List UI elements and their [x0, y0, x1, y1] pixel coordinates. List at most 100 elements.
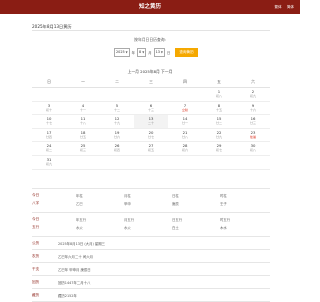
weekday-label: 六 [251, 79, 255, 84]
calendar-day[interactable]: 25 初三 [66, 142, 100, 155]
calendar-day[interactable]: 27 初五 [134, 142, 168, 155]
divider [32, 188, 270, 189]
calendar-day[interactable]: 24 初二 [32, 142, 66, 155]
calendar-day[interactable]: 18 廿五 [66, 129, 100, 142]
calendar-day [168, 156, 202, 169]
lunar-label: 初五 [147, 148, 154, 153]
row-value: 年柱 [76, 193, 83, 198]
calendar-day[interactable]: 28 初六 [168, 142, 202, 155]
lunar-label: 初六 [181, 148, 188, 153]
calendar-day[interactable]: 20 廿七 [134, 129, 168, 142]
info-key: 公历 [32, 241, 40, 245]
lunar-label: 十八 [79, 121, 86, 126]
calendar-day [236, 156, 270, 169]
pillars-header-row: 今日 年柱 月柱 日柱 时柱 [32, 191, 270, 199]
info-key: 回历 [32, 280, 40, 284]
weekday-label: 四 [183, 79, 187, 84]
lunar-label: 二十 [147, 121, 154, 126]
calendar-day[interactable]: 17 廿四 [32, 129, 66, 142]
calendar-day[interactable]: 22 廿九 [202, 129, 236, 142]
calendar-nav[interactable]: 上一月 2025年8月 下一月 [0, 69, 300, 75]
weekday-label: 五 [217, 79, 221, 84]
info-value: 乙巳年六月二十 闰六月 [58, 255, 93, 259]
info-key: 农历 [32, 254, 40, 258]
calendar-day[interactable]: 5 十二 [100, 102, 134, 115]
lunar-label: 廿二 [215, 121, 222, 126]
calendar-day[interactable]: 23 处暑 [236, 129, 270, 142]
info-value: 藏历2152年 [58, 294, 77, 298]
calendar-day[interactable]: 15 廿二 [202, 115, 236, 128]
lunar-label: 初九 [249, 94, 256, 98]
info-row: 农历 乙巳年六月二十 闰六月 [32, 251, 270, 263]
row-value: 日柱 [172, 193, 179, 198]
query-button[interactable]: 查询黄历 [175, 47, 198, 57]
lunar-label: 十五 [215, 107, 222, 112]
day-select[interactable]: 13 ▼ [153, 47, 165, 57]
calendar-day [100, 88, 134, 101]
calendar-day[interactable]: 12 十九 [100, 115, 134, 128]
lunar-label: 廿六 [113, 134, 120, 139]
chevron-down-icon: ▼ [142, 50, 145, 54]
lunar-label: 初八 [215, 94, 222, 98]
calendar-day[interactable]: 8 十五 [202, 102, 236, 115]
calendar-day[interactable]: 14 廿一 [168, 115, 202, 128]
link-simplified[interactable]: 简体 [287, 5, 294, 9]
header-links: 繁体 简体 [270, 0, 294, 14]
calendar-day[interactable]: 11 十八 [66, 115, 100, 128]
calendar-weeks: 1 初八 2 初九 3 初十 4 十一 5 十二 6 十三 7 立秋 8 十五 9 十六 10 十七 11 十八 12 十九 1… [32, 88, 270, 170]
row-value: 庚辰 [172, 201, 179, 206]
divider [32, 236, 270, 237]
calendar-day[interactable]: 31 初九 [32, 156, 66, 169]
calendar-day[interactable]: 21 廿八 [168, 129, 202, 142]
calendar-week-row: 17 廿四 18 廿五 19 廿六 20 廿七 21 廿八 22 廿九 23 处暑 [32, 129, 270, 143]
year-select[interactable]: 2025 ▼ [114, 47, 130, 57]
month-calendar: 日一二三四五六 1 初八 2 初九 3 初十 4 十一 5 十二 6 十三 7 立秋 8 十五 9 十六 10 十七 1… [32, 77, 270, 170]
lunar-label: 初二 [45, 148, 52, 153]
calendar-day[interactable]: 30 初八 [236, 142, 270, 155]
calendar-day[interactable]: 7 立秋 [168, 102, 202, 115]
lunar-label: 初八 [249, 148, 256, 153]
query-label: 按年月日日历查询: [134, 37, 166, 42]
lunar-label: 廿四 [45, 134, 52, 139]
month-value: 8 [139, 50, 142, 54]
weekday-label: 三 [149, 79, 153, 84]
month-select[interactable]: 8 ▼ [137, 47, 147, 57]
calendar-day[interactable]: 29 初七 [202, 142, 236, 155]
calendar-day[interactable]: 26 初四 [100, 142, 134, 155]
calendar-day[interactable]: 6 十三 [134, 102, 168, 115]
link-traditional[interactable]: 繁体 [274, 5, 281, 9]
row-value: 白土 [172, 225, 179, 230]
info-value: 乙巳年 甲申月 庚辰日 [58, 268, 91, 272]
calendar-week-row: 24 初二 25 初三 26 初四 27 初五 28 初六 29 初七 30 初八 [32, 142, 270, 156]
row-label: 今日 [32, 192, 40, 197]
lunar-label: 十九 [113, 121, 120, 126]
calendar-day[interactable]: 13 二十 [134, 115, 168, 128]
lunar-label: 十七 [45, 121, 52, 126]
pillars-value-row: 八字 乙巳 甲申 庚辰 壬子 [32, 199, 270, 207]
calendar-day[interactable]: 19 廿六 [100, 129, 134, 142]
calendar-day[interactable]: 2 初九 [236, 88, 270, 101]
calendar-day[interactable]: 10 十七 [32, 115, 66, 128]
row-value: 年五行 [76, 217, 87, 222]
calendar-day[interactable]: 16 廿三 [236, 115, 270, 128]
calendar-week-row: 3 初十 4 十一 5 十二 6 十三 7 立秋 8 十五 9 十六 [32, 102, 270, 116]
info-row: 回历 回历1447年二月十八 [32, 277, 270, 289]
weekday-label: 日 [47, 79, 51, 84]
month-unit: 月 [148, 50, 152, 55]
calendar-day[interactable]: 1 初八 [202, 88, 236, 101]
calendar-day [66, 156, 100, 169]
calendar-day[interactable]: 3 初十 [32, 102, 66, 115]
row-value: 木水 [220, 225, 227, 230]
row-label: 五行 [32, 224, 40, 229]
lunar-label: 廿五 [79, 134, 86, 139]
calendar-day[interactable]: 4 十一 [66, 102, 100, 115]
row-value: 水火 [76, 225, 83, 230]
weekday-label: 二 [115, 79, 119, 84]
app-header: 知之黄历 繁体 简体 [0, 0, 300, 14]
calendar-day[interactable]: 9 十六 [236, 102, 270, 115]
calendar-day [202, 156, 236, 169]
calendar-week-row: 10 十七 11 十八 12 十九 13 二十 14 廿一 15 廿二 16 廿三 [32, 115, 270, 129]
divider [32, 212, 270, 213]
lunar-label: 十六 [249, 107, 256, 112]
calendar-day [66, 88, 100, 101]
